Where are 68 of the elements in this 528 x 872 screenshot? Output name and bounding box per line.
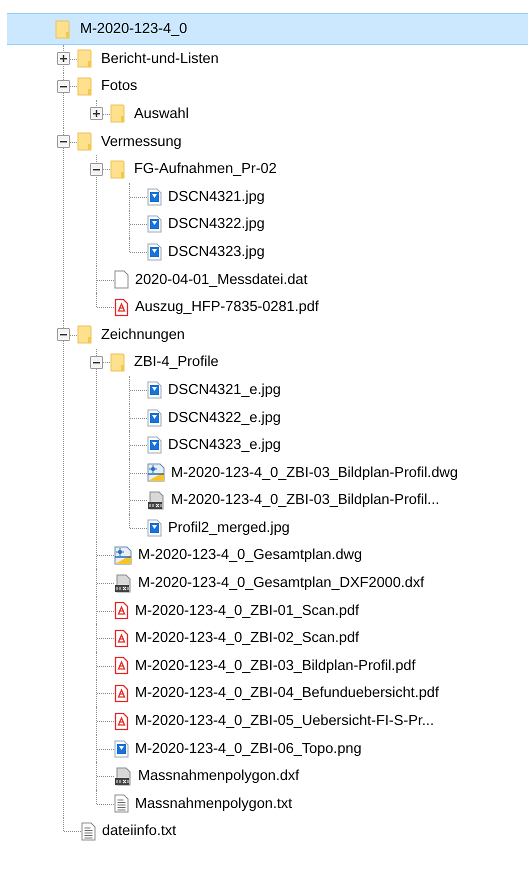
file-name[interactable]: Massnahmenpolygon.txt bbox=[135, 796, 292, 812]
file-name[interactable]: Massnahmenpolygon.dxf bbox=[138, 768, 300, 784]
file-name[interactable]: DSCN4322_e.jpg bbox=[168, 410, 281, 426]
expand-icon[interactable] bbox=[90, 107, 103, 120]
text-file-icon bbox=[114, 794, 129, 814]
folder-icon bbox=[77, 325, 92, 344]
folder-name[interactable]: Auswahl bbox=[134, 106, 189, 122]
pdf-file-icon bbox=[114, 298, 129, 317]
folder-name: M-2020-123-4_0 bbox=[80, 21, 188, 37]
file-name[interactable]: M-2020-123-4_0_Gesamtplan_DXF2000.dxf bbox=[138, 575, 424, 592]
file-name[interactable]: M-2020-123-4_0_ZBI-06_Topo.png bbox=[135, 740, 362, 757]
folder-icon bbox=[110, 352, 125, 372]
text-file-icon bbox=[81, 822, 96, 841]
folder-name[interactable]: FG-Aufnahmen_Pr-02 bbox=[134, 161, 277, 178]
image-file-icon bbox=[147, 188, 162, 206]
tree-row[interactable]: M-2020-123-4_0 bbox=[7, 13, 528, 45]
file-name[interactable]: M-2020-123-4_0_ZBI-01_Scan.pdf bbox=[135, 602, 360, 619]
file-name[interactable]: DSCN4323_e.jpg bbox=[168, 437, 281, 454]
image-file-icon bbox=[147, 242, 162, 261]
folder-name[interactable]: ZBI-4_Profile bbox=[134, 354, 219, 370]
folder-icon bbox=[77, 49, 92, 68]
file-name[interactable]: DSCN4323.jpg bbox=[168, 244, 265, 260]
cad-file-icon bbox=[147, 490, 165, 510]
file-name[interactable]: M-2020-123-4_0_ZBI-04_Befunduebersicht.pdf bbox=[135, 685, 439, 702]
pdf-file-icon bbox=[114, 601, 129, 620]
folder-icon bbox=[110, 160, 125, 179]
folder-name[interactable]: Zeichnungen bbox=[101, 326, 185, 343]
file-name[interactable]: M-2020-123-4_0_Gesamtplan.dwg bbox=[138, 547, 362, 564]
file-name[interactable]: M-2020-123-4_0_ZBI-05_Uebersicht-FI-S-Pr... bbox=[135, 713, 434, 730]
collapse-icon[interactable] bbox=[57, 135, 70, 148]
collapse-icon[interactable] bbox=[90, 356, 103, 369]
drawing-file-icon bbox=[147, 463, 165, 482]
file-name[interactable]: Profil2_merged.jpg bbox=[168, 520, 290, 536]
image-file-icon bbox=[114, 740, 129, 758]
pdf-file-icon bbox=[114, 712, 129, 731]
file-name[interactable]: M-2020-123-4_0_ZBI-02_Scan.pdf bbox=[135, 630, 360, 646]
cad-file-icon bbox=[114, 574, 132, 593]
image-file-icon bbox=[147, 215, 162, 234]
image-file-icon bbox=[147, 408, 162, 427]
file-name[interactable]: Auszug_HFP-7835-0281.pdf bbox=[135, 299, 319, 316]
collapse-icon[interactable] bbox=[57, 328, 70, 342]
image-file-icon bbox=[147, 518, 162, 537]
pdf-file-icon bbox=[114, 684, 129, 703]
expand-icon[interactable] bbox=[57, 52, 70, 66]
file-name[interactable]: M-2020-123-4_0_ZBI-03_Bildplan-Profil.pdf bbox=[135, 658, 416, 674]
folder-name[interactable]: Fotos bbox=[101, 78, 138, 94]
file-name[interactable]: M-2020-123-4_0_ZBI-03_Bildplan-Profil... bbox=[171, 492, 440, 508]
folder-icon bbox=[55, 20, 70, 38]
file-name[interactable]: M-2020-123-4_0_ZBI-03_Bildplan-Profil.dwg bbox=[171, 464, 458, 481]
pdf-file-icon bbox=[114, 628, 129, 648]
drawing-file-icon bbox=[114, 546, 132, 565]
folder-name[interactable]: Bericht-und-Listen bbox=[101, 50, 219, 67]
image-file-icon bbox=[147, 380, 162, 399]
file-name[interactable]: DSCN4321_e.jpg bbox=[168, 382, 281, 398]
folder-icon bbox=[110, 104, 125, 124]
pdf-file-icon bbox=[114, 656, 129, 676]
file-name[interactable]: dateiinfo.txt bbox=[102, 823, 176, 840]
cad-file-icon bbox=[114, 766, 132, 786]
collapse-icon[interactable] bbox=[57, 80, 70, 93]
folder-name[interactable]: Vermessung bbox=[101, 134, 182, 150]
file-name[interactable]: DSCN4321.jpg bbox=[168, 188, 265, 205]
file-name[interactable]: 2020-04-01_Messdatei.dat bbox=[135, 272, 308, 288]
collapse-icon[interactable] bbox=[90, 162, 103, 176]
document-icon bbox=[114, 270, 129, 290]
folder-icon bbox=[77, 132, 92, 152]
folder-icon bbox=[77, 76, 92, 96]
image-file-icon bbox=[147, 436, 162, 454]
file-name[interactable]: DSCN4322.jpg bbox=[168, 216, 265, 232]
